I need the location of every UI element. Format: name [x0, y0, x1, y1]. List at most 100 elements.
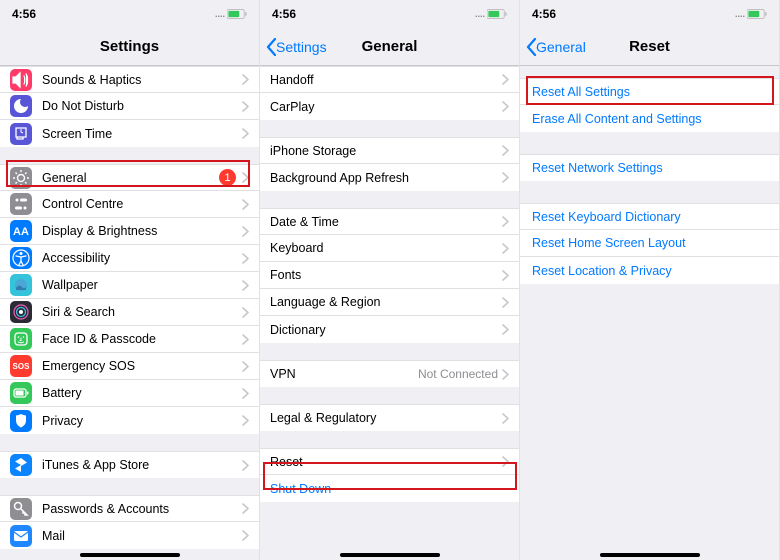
- status-time: 4:56: [12, 7, 36, 21]
- sos-icon: SOS: [10, 355, 32, 377]
- row-accessibility[interactable]: Accessibility: [0, 245, 259, 272]
- row-label: Shut Down: [270, 482, 509, 496]
- page-title: Settings: [100, 38, 159, 55]
- row-general[interactable]: General1: [0, 164, 259, 191]
- row-label: Emergency SOS: [42, 359, 242, 373]
- row-label: Handoff: [270, 73, 502, 87]
- row-label: Wallpaper: [42, 278, 242, 292]
- row-label: CarPlay: [270, 100, 502, 114]
- display-icon: AA: [10, 220, 32, 242]
- row-label: Language & Region: [270, 295, 502, 309]
- row-screentime[interactable]: Screen Time: [0, 120, 259, 147]
- home-indicator[interactable]: [80, 553, 180, 557]
- row-resetkey[interactable]: Reset Keyboard Dictionary: [520, 203, 779, 230]
- row-label: Screen Time: [42, 127, 242, 141]
- row-sos[interactable]: SOS Emergency SOS: [0, 353, 259, 380]
- row-display[interactable]: AA Display & Brightness: [0, 218, 259, 245]
- badge: 1: [219, 169, 236, 186]
- row-label: Face ID & Passcode: [42, 332, 242, 346]
- row-battery[interactable]: Battery: [0, 380, 259, 407]
- row-label: Accessibility: [42, 251, 242, 265]
- row-label: Mail: [42, 529, 242, 543]
- row-shutdown[interactable]: Shut Down: [260, 475, 519, 502]
- home-indicator[interactable]: [600, 553, 700, 557]
- row-label: Do Not Disturb: [42, 99, 242, 113]
- row-datetime[interactable]: Date & Time: [260, 208, 519, 235]
- row-label: Reset: [270, 455, 502, 469]
- sounds-icon: [10, 69, 32, 91]
- nav-header: General Reset: [520, 28, 779, 66]
- row-label: VPN: [270, 367, 418, 381]
- battery-icon: ....: [215, 9, 247, 19]
- row-sounds[interactable]: Sounds & Haptics: [0, 66, 259, 93]
- row-handoff[interactable]: Handoff: [260, 66, 519, 93]
- row-faceid[interactable]: Face ID & Passcode: [0, 326, 259, 353]
- back-button[interactable]: Settings: [266, 38, 327, 56]
- battery-icon: [10, 382, 32, 404]
- row-siri[interactable]: Siri & Search: [0, 299, 259, 326]
- nav-header: Settings: [0, 28, 259, 66]
- faceid-icon: [10, 328, 32, 350]
- row-lang[interactable]: Language & Region: [260, 289, 519, 316]
- row-resetnet[interactable]: Reset Network Settings: [520, 154, 779, 181]
- row-passwords[interactable]: Passwords & Accounts: [0, 495, 259, 522]
- row-wallpaper[interactable]: Wallpaper: [0, 272, 259, 299]
- row-reset[interactable]: Reset: [260, 448, 519, 475]
- row-label: Dictionary: [270, 323, 502, 337]
- row-storage[interactable]: iPhone Storage: [260, 137, 519, 164]
- row-mail[interactable]: Mail: [0, 522, 259, 549]
- row-label: Sounds & Haptics: [42, 73, 242, 87]
- row-privacy[interactable]: Privacy: [0, 407, 259, 434]
- row-label: Display & Brightness: [42, 224, 242, 238]
- row-label: Reset All Settings: [532, 85, 769, 99]
- row-label: Date & Time: [270, 215, 502, 229]
- home-indicator[interactable]: [340, 553, 440, 557]
- battery-icon: ....: [735, 9, 767, 19]
- status-bar: 4:56 ....: [260, 0, 519, 28]
- row-eraseall[interactable]: Erase All Content and Settings: [520, 105, 779, 132]
- row-carplay[interactable]: CarPlay: [260, 93, 519, 120]
- row-dnd[interactable]: Do Not Disturb: [0, 93, 259, 120]
- row-resetloc[interactable]: Reset Location & Privacy: [520, 257, 779, 284]
- back-button[interactable]: General: [526, 38, 586, 56]
- row-legal[interactable]: Legal & Regulatory: [260, 404, 519, 431]
- row-label: Siri & Search: [42, 305, 242, 319]
- row-label: Passwords & Accounts: [42, 502, 242, 516]
- itunes-icon: [10, 454, 32, 476]
- row-controlcentre[interactable]: Control Centre: [0, 191, 259, 218]
- row-label: Erase All Content and Settings: [532, 112, 769, 126]
- row-label: Reset Home Screen Layout: [532, 236, 769, 250]
- back-label: General: [536, 39, 586, 55]
- row-itunes[interactable]: iTunes & App Store: [0, 451, 259, 478]
- reset-list[interactable]: Reset All Settings Erase All Content and …: [520, 66, 779, 560]
- status-time: 4:56: [532, 7, 556, 21]
- row-label: iTunes & App Store: [42, 458, 242, 472]
- row-label: iPhone Storage: [270, 144, 502, 158]
- row-resethome[interactable]: Reset Home Screen Layout: [520, 230, 779, 257]
- status-bar: 4:56 ....: [520, 0, 779, 28]
- status-bar: 4:56 ....: [0, 0, 259, 28]
- row-value: Not Connected: [418, 367, 498, 381]
- row-keyboard[interactable]: Keyboard: [260, 235, 519, 262]
- row-resetall[interactable]: Reset All Settings: [520, 78, 779, 105]
- battery-icon: ....: [475, 9, 507, 19]
- row-fonts[interactable]: Fonts: [260, 262, 519, 289]
- row-refresh[interactable]: Background App Refresh: [260, 164, 519, 191]
- settings-list[interactable]: Sounds & Haptics Do Not Disturb Screen Tim…: [0, 66, 259, 560]
- controlcentre-icon: [10, 193, 32, 215]
- status-time: 4:56: [272, 7, 296, 21]
- back-label: Settings: [276, 39, 327, 55]
- mail-icon: [10, 525, 32, 547]
- row-label: General: [42, 171, 219, 185]
- row-dict[interactable]: Dictionary: [260, 316, 519, 343]
- row-label: Control Centre: [42, 197, 242, 211]
- general-icon: [10, 167, 32, 189]
- svg-text:AA: AA: [13, 226, 29, 238]
- siri-icon: [10, 301, 32, 323]
- row-label: Reset Network Settings: [532, 161, 769, 175]
- row-label: Privacy: [42, 414, 242, 428]
- row-label: Battery: [42, 386, 242, 400]
- row-vpn[interactable]: VPNNot Connected: [260, 360, 519, 387]
- general-list[interactable]: Handoff CarPlay iPhone Storage Background A…: [260, 66, 519, 560]
- wallpaper-icon: [10, 274, 32, 296]
